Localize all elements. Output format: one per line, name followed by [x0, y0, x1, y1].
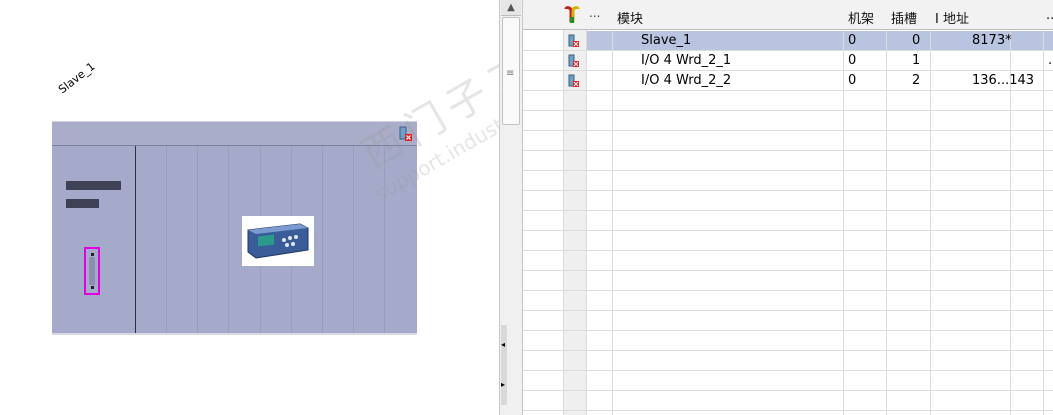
rack-value: 0	[848, 53, 857, 68]
status-led-bar	[66, 181, 121, 190]
table-row[interactable]: I/O 4 Wrd_2_2 0 2 136...143	[523, 71, 1053, 91]
rack-bottom-edge	[52, 333, 417, 335]
slot-divider	[384, 146, 385, 335]
profibus-port[interactable]	[84, 247, 100, 295]
scroll-thumb[interactable]: ≡	[502, 17, 520, 125]
slot-divider	[166, 146, 167, 335]
table-row[interactable]: Slave_1 0 0 8173*	[523, 31, 1053, 51]
slot-divider	[197, 146, 198, 335]
rack-value: 0	[848, 33, 857, 48]
module-error-icon	[568, 54, 579, 67]
column-header-iaddress[interactable]: I 地址	[935, 8, 969, 27]
module-error-icon	[568, 34, 579, 47]
table-row[interactable]: I/O 4 Wrd_2_1 0 1 .	[523, 51, 1053, 71]
device-overview-table: ... 模块 机架 插槽 I 地址 ... Slave_1 0 0 8173* …	[523, 0, 1053, 415]
grip-icon: ≡	[506, 68, 515, 79]
column-header-module[interactable]: 模块	[617, 8, 643, 27]
column-header-rack[interactable]: 机架	[848, 8, 874, 27]
slot-value: 2	[912, 73, 921, 88]
head-module[interactable]	[52, 146, 136, 335]
iaddress-value: 8173*	[972, 33, 1012, 48]
module-name: I/O 4 Wrd_2_2	[641, 73, 732, 88]
collapse-left-icon[interactable]: ◂	[501, 325, 507, 365]
module-error-icon	[399, 126, 412, 141]
module-name: Slave_1	[641, 33, 692, 48]
device-label[interactable]: Slave_1	[56, 60, 98, 96]
vertical-scrollbar[interactable]: ▲ ≡ ◂ ▸	[499, 0, 523, 415]
header-options[interactable]: ...	[589, 6, 600, 20]
port-pin	[91, 286, 94, 289]
slot-divider	[353, 146, 354, 335]
table-header-row: ... 模块 机架 插槽 I 地址 ...	[523, 0, 1053, 30]
slot-value: 0	[912, 33, 921, 48]
collapse-right-icon[interactable]: ▸	[501, 365, 507, 405]
slot-divider	[228, 146, 229, 335]
module-error-icon	[568, 74, 579, 87]
port-connector	[89, 257, 95, 285]
rack-value: 0	[848, 73, 857, 88]
device-image[interactable]	[242, 216, 314, 266]
status-led-bar	[66, 199, 99, 208]
rack-header	[52, 122, 417, 146]
extra-value: .	[1048, 53, 1053, 68]
port-pin	[91, 253, 94, 256]
slot-divider	[322, 146, 323, 335]
module-name: I/O 4 Wrd_2_1	[641, 53, 732, 68]
slot-value: 1	[912, 53, 921, 68]
device-rack[interactable]	[52, 121, 417, 335]
iaddress-value: 136...143	[972, 73, 1035, 88]
diagnostics-icon[interactable]	[563, 6, 581, 24]
column-header-slot[interactable]: 插槽	[891, 8, 917, 27]
scroll-up-arrow-icon[interactable]: ▲	[501, 0, 521, 16]
column-header-more[interactable]: ...	[1046, 8, 1053, 23]
